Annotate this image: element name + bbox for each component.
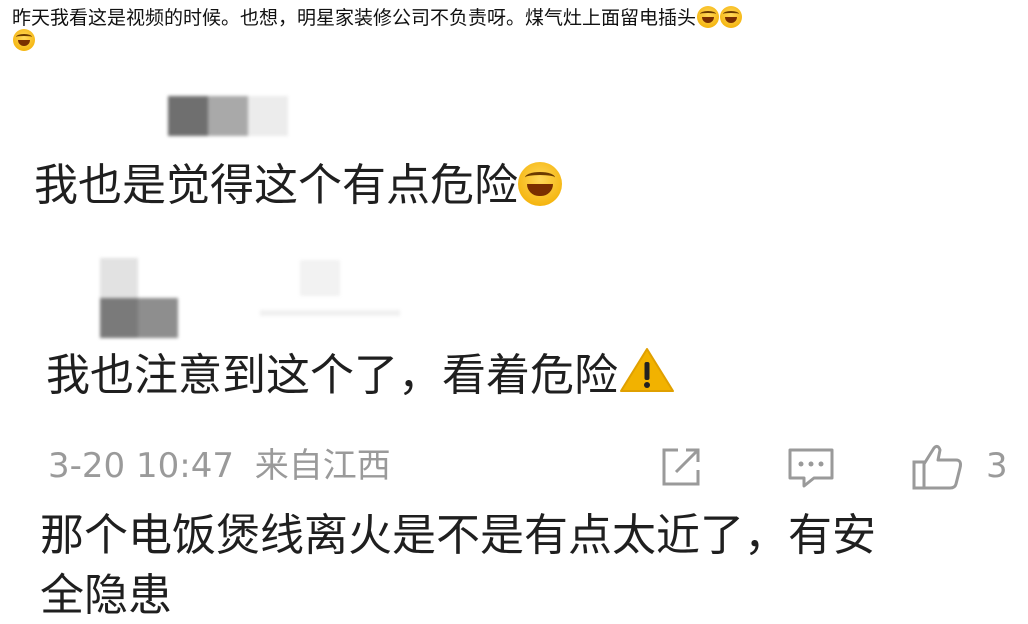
post-text: 昨天我看这是视频的时候。也想，明星家装修公司不负责呀。煤气灶上面留电插头: [12, 6, 1017, 52]
crying-laughing-emoji-icon: [13, 29, 35, 51]
comment-meta: 3-20 10:47 来自江西: [48, 446, 391, 486]
crying-laughing-emoji-icon: [720, 6, 743, 28]
post-body: 昨天我看这是视频的时候。也想，明星家装修公司不负责呀。煤气灶上面留电插头: [12, 7, 697, 29]
next-comment-text: 那个电饭煲线离火是不是有点太近了，有安: [40, 510, 876, 561]
like-count: 3: [986, 446, 1008, 486]
share-icon[interactable]: [658, 446, 704, 492]
next-comment-cutoff: 全隐患: [40, 568, 172, 624]
comment-1-text: 我也是觉得这个有点危险: [34, 160, 518, 211]
warning-icon: [618, 346, 676, 406]
redacted-username: [168, 96, 292, 136]
comment-2: 我也注意到这个了，看着危险: [46, 346, 676, 406]
crying-laughing-emoji-icon: [697, 6, 720, 28]
like-thumb-icon[interactable]: [910, 442, 966, 496]
crying-laughing-emoji-icon: [518, 162, 562, 206]
redacted-username: [100, 258, 400, 338]
next-comment-cut-text: 全隐患: [40, 570, 172, 621]
comment-2-text: 我也注意到这个了，看着危险: [46, 350, 618, 401]
comment-reply-icon[interactable]: [786, 446, 836, 494]
next-comment: 那个电饭煲线离火是不是有点太近了，有安: [40, 508, 876, 564]
comment-timestamp: 3-20 10:47: [48, 446, 234, 486]
comment-1: 我也是觉得这个有点危险: [34, 160, 562, 212]
comment-location: 来自江西: [254, 446, 391, 486]
